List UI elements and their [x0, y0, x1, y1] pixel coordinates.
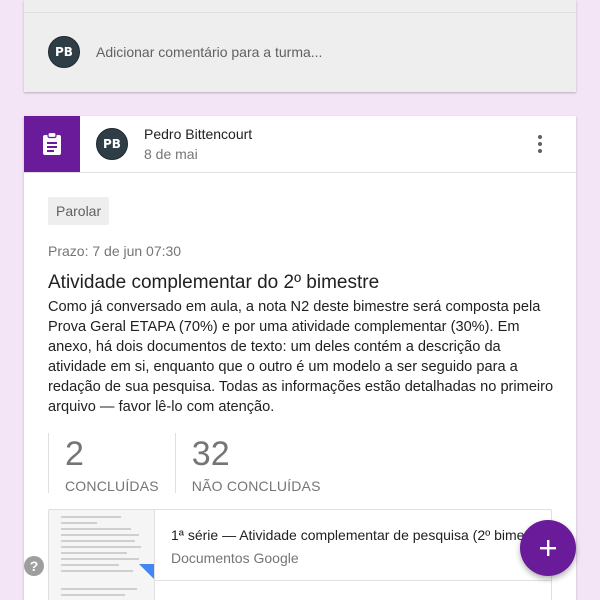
plus-icon	[540, 540, 556, 556]
attachment-item[interactable]: 1ª série — Atividade complementar de pes…	[48, 509, 552, 600]
attachment-title[interactable]: 1ª série — Atividade complementar de pes…	[171, 527, 547, 543]
avatar: PB	[48, 36, 80, 68]
stat-label: NÃO CONCLUÍDAS	[191, 478, 321, 494]
assignment-card[interactable]: PB Pedro Bittencourt 8 de mai Parolar Pr…	[24, 116, 576, 600]
stat-label: CONCLUÍDAS	[65, 478, 159, 494]
submission-stats: 2 CONCLUÍDAS 32 NÃO CONCLUÍDAS	[48, 433, 337, 494]
assignment-icon	[24, 116, 80, 172]
avatar-initials: PB	[103, 137, 121, 151]
stat-completed[interactable]: 2 CONCLUÍDAS	[48, 433, 175, 494]
assignment-description: Como já conversado em aula, a nota N2 de…	[48, 299, 554, 415]
divider	[24, 12, 576, 13]
class-comment-input[interactable]: Adicionar comentário para a turma...	[96, 44, 322, 60]
avatar-initials: PB	[55, 45, 73, 59]
assignment-title[interactable]: Atividade complementar do 2º bimestre	[48, 272, 379, 294]
document-thumbnail	[49, 510, 155, 600]
class-comment-card: PB Adicionar comentário para a turma...	[24, 0, 576, 92]
divider	[24, 172, 576, 173]
attachment-source: Documentos Google	[171, 550, 299, 566]
add-fab-button[interactable]	[520, 520, 576, 576]
help-icon[interactable]: ?	[24, 556, 44, 576]
stat-count: 2	[65, 435, 84, 473]
more-options-icon[interactable]	[528, 132, 552, 156]
divider	[155, 580, 551, 581]
author-name: Pedro Bittencourt	[144, 126, 253, 142]
google-docs-icon	[139, 564, 154, 580]
stat-not-completed[interactable]: 32 NÃO CONCLUÍDAS	[174, 433, 337, 494]
stat-count: 32	[191, 435, 230, 473]
due-date: Prazo: 7 de jun 07:30	[48, 243, 182, 259]
author-avatar: PB	[96, 128, 128, 160]
post-date: 8 de mai	[144, 146, 198, 162]
topic-chip[interactable]: Parolar	[48, 197, 110, 225]
clipboard-icon	[43, 132, 61, 155]
